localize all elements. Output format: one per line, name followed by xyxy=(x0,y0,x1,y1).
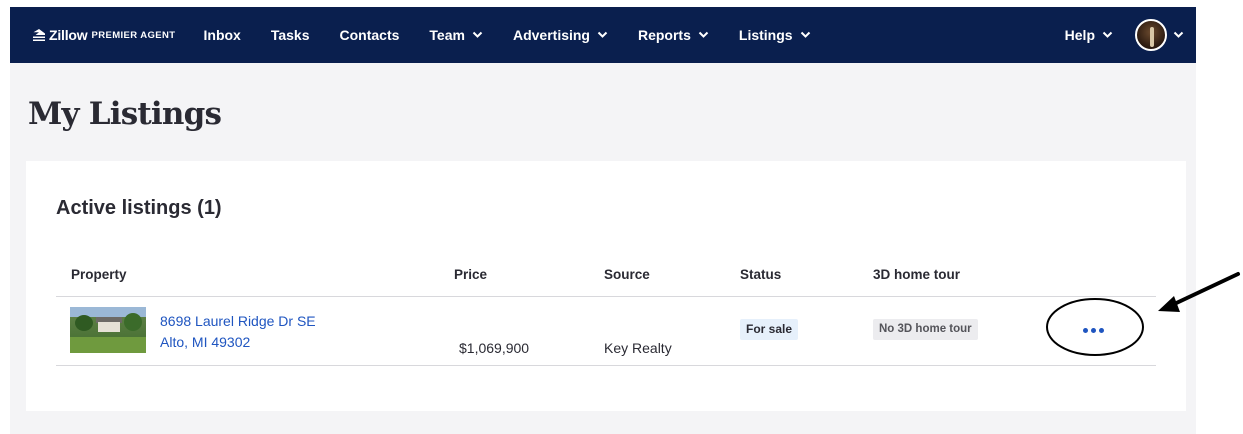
nav-advertising[interactable]: Advertising xyxy=(513,27,608,43)
nav-help-label: Help xyxy=(1064,27,1095,43)
nav-inbox-label: Inbox xyxy=(203,27,241,43)
nav-tasks[interactable]: Tasks xyxy=(271,27,310,43)
brand-suffix: PREMIER AGENT xyxy=(91,29,176,41)
chevron-down-icon xyxy=(472,31,483,38)
chevron-down-icon xyxy=(1173,31,1184,38)
account-menu[interactable] xyxy=(1135,19,1184,51)
user-avatar xyxy=(1135,19,1167,51)
3d-tour-badge: No 3D home tour xyxy=(873,319,978,340)
more-options-icon[interactable] xyxy=(1082,319,1106,339)
property-thumbnail[interactable] xyxy=(70,307,146,353)
nav-listings[interactable]: Listings xyxy=(739,27,811,43)
nav-contacts-label: Contacts xyxy=(339,27,400,43)
column-header-status: Status xyxy=(740,267,782,282)
page-title: My Listings xyxy=(28,96,222,132)
nav-reports[interactable]: Reports xyxy=(638,27,709,43)
column-header-price: Price xyxy=(454,267,488,282)
table-header-divider xyxy=(56,296,1156,297)
column-header-3d-home-tour: 3D home tour xyxy=(873,267,961,282)
listing-source: Key Realty xyxy=(604,340,672,356)
nav-contacts[interactable]: Contacts xyxy=(340,27,400,43)
chevron-down-icon xyxy=(800,31,810,38)
nav-listings-label: Listings xyxy=(738,27,793,43)
table-row-divider xyxy=(56,365,1156,366)
top-navbar: Zillow PREMIER AGENT Inbox Tasks Contact… xyxy=(10,7,1196,63)
nav-inbox[interactable]: Inbox xyxy=(204,27,241,43)
nav-team[interactable]: Team xyxy=(429,27,483,43)
address-line-2: Alto, MI 49302 xyxy=(160,334,251,350)
property-address-link[interactable]: 8698 Laurel Ridge Dr SE Alto, MI 49302 xyxy=(160,311,316,353)
chevron-down-icon xyxy=(597,31,608,38)
status-badge: For sale xyxy=(740,319,799,340)
listing-price: $1,069,900 xyxy=(459,340,530,356)
column-header-property: Property xyxy=(71,267,127,282)
zillow-premier-agent-logo[interactable]: Zillow PREMIER AGENT xyxy=(32,27,176,43)
nav-tasks-label: Tasks xyxy=(270,27,310,43)
brand-name: Zillow xyxy=(49,27,88,43)
nav-help[interactable]: Help xyxy=(1065,27,1113,43)
chevron-down-icon xyxy=(698,31,709,38)
nav-reports-label: Reports xyxy=(637,27,691,43)
nav-right-group: Help xyxy=(1065,19,1184,51)
chevron-down-icon xyxy=(1102,31,1113,38)
address-line-1: 8698 Laurel Ridge Dr SE xyxy=(160,313,316,329)
nav-team-label: Team xyxy=(429,27,465,43)
column-header-source: Source xyxy=(604,267,650,282)
active-listings-card: Active listings (1) Property Price Sourc… xyxy=(26,161,1186,411)
nav-advertising-label: Advertising xyxy=(512,27,590,43)
active-listings-title: Active listings (1) xyxy=(56,197,222,219)
zillow-logo-icon xyxy=(33,29,45,41)
